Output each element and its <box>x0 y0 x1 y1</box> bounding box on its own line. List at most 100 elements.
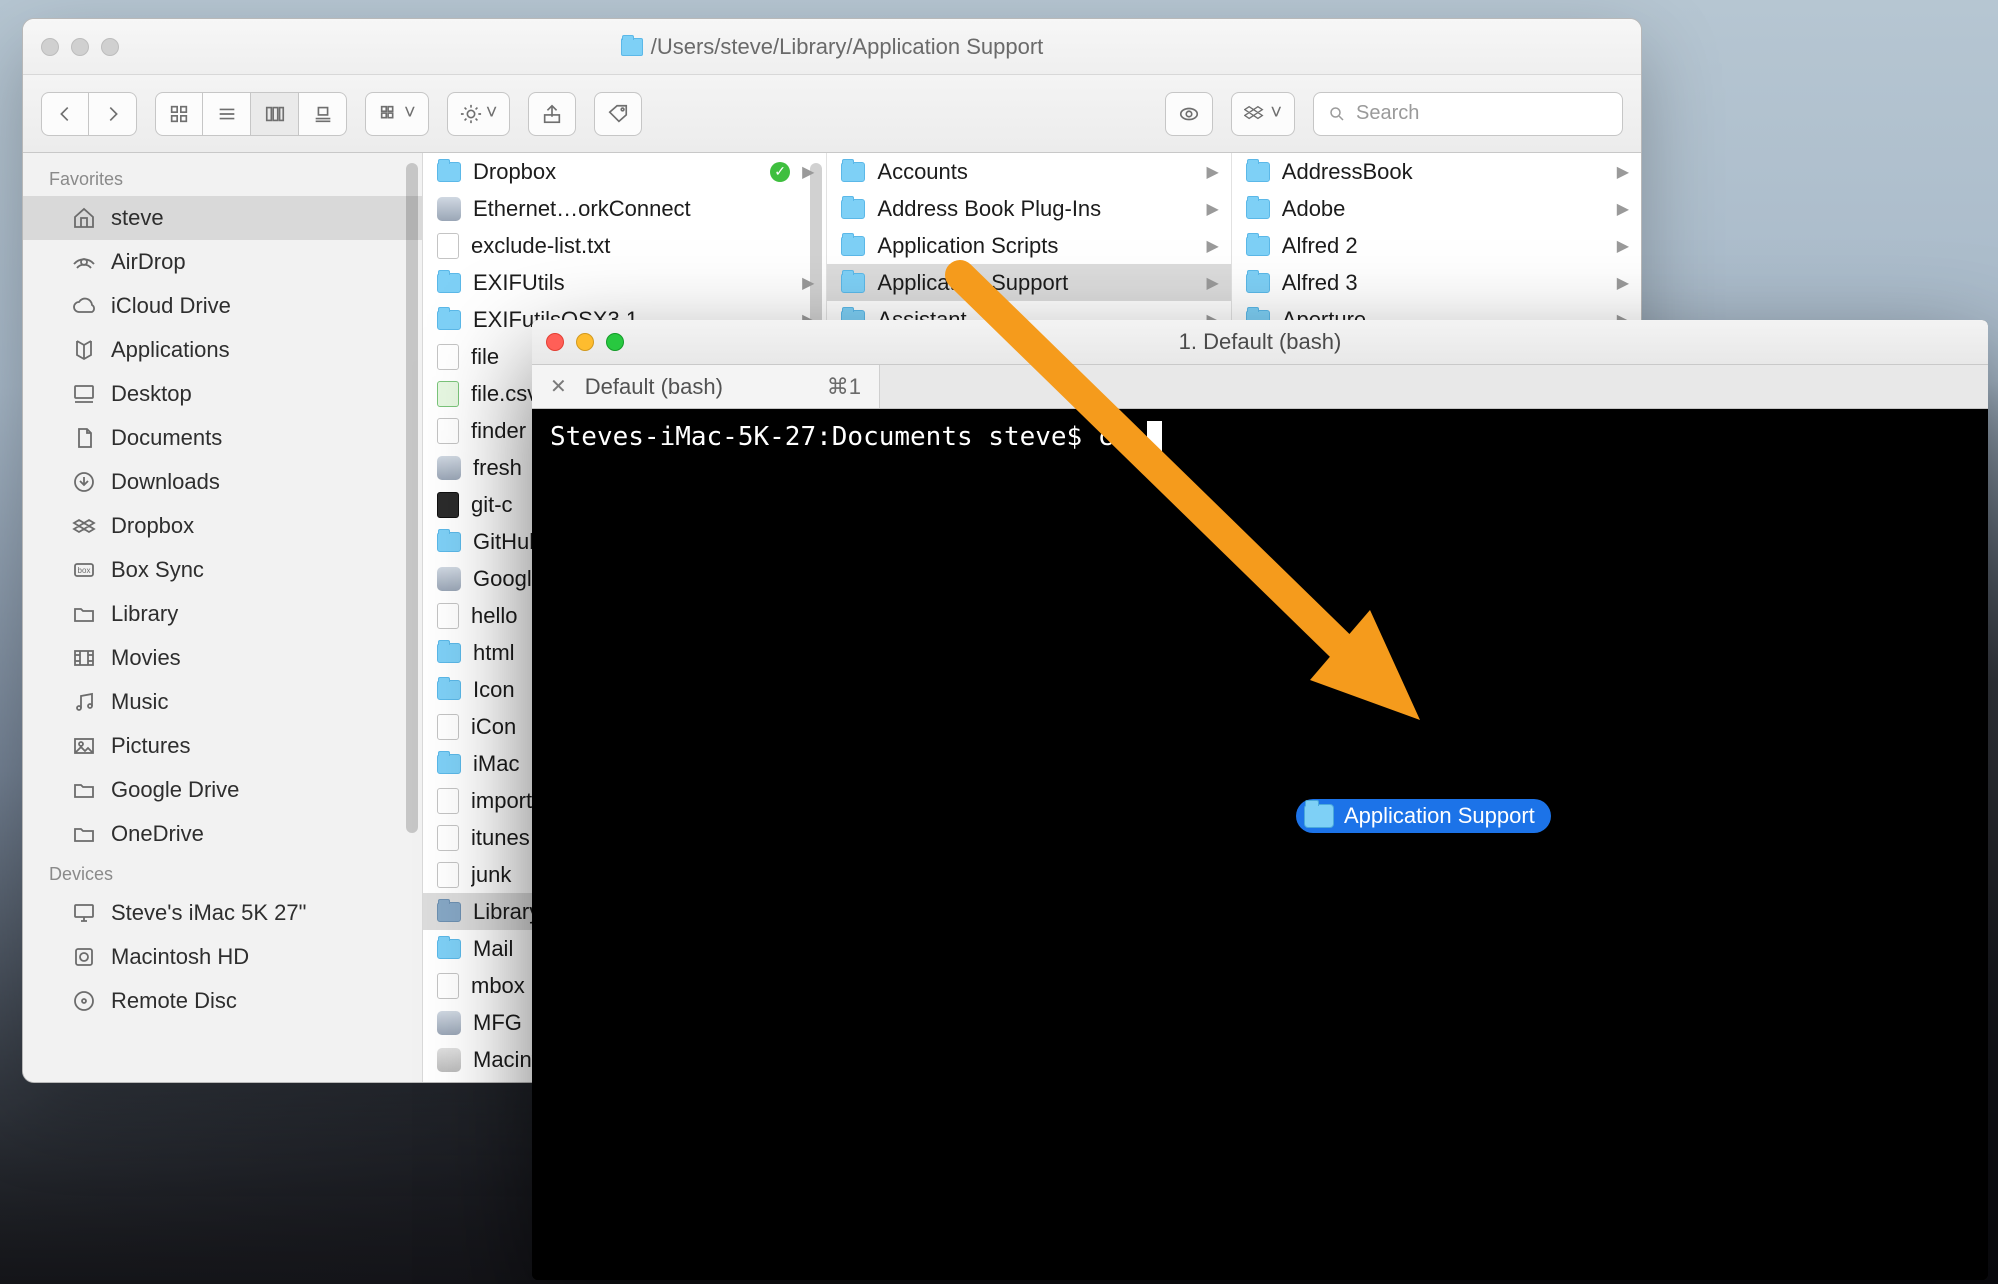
folder-icon <box>437 680 461 700</box>
arrange-button[interactable]: ˅ <box>365 92 429 136</box>
folder-icon <box>1246 273 1270 293</box>
column-view-button[interactable] <box>251 92 299 136</box>
list-item[interactable]: Address Book Plug-Ins▶ <box>827 190 1230 227</box>
movie-icon <box>71 645 97 671</box>
file-icon <box>437 381 459 407</box>
list-item[interactable]: Ethernet…orkConnect <box>423 190 826 227</box>
chevron-right-icon: ▶ <box>1617 162 1629 182</box>
list-item[interactable]: EXIFUtils▶ <box>423 264 826 301</box>
terminal-tab[interactable]: ✕ Default (bash) ⌘1 <box>532 365 880 408</box>
action-button[interactable]: ˅ <box>447 92 511 136</box>
action-group: ˅ <box>447 92 511 136</box>
folder-icon <box>437 310 461 330</box>
app-icon <box>437 567 461 591</box>
search-field[interactable]: Search <box>1313 92 1623 136</box>
share-button[interactable] <box>528 92 576 136</box>
list-item[interactable]: Alfred 2▶ <box>1232 227 1641 264</box>
sidebar-item-documents[interactable]: Documents <box>23 416 422 460</box>
sidebar-item-label: Remote Disc <box>111 988 237 1014</box>
sidebar-item-remote-disc[interactable]: Remote Disc <box>23 979 422 1023</box>
folder-icon <box>437 162 461 182</box>
sidebar-item-macintosh-hd[interactable]: Macintosh HD <box>23 935 422 979</box>
item-label: Alfred 3 <box>1282 270 1605 296</box>
tags-button[interactable] <box>594 92 642 136</box>
folder-icon <box>841 162 865 182</box>
finder-path-title: /Users/steve/Library/Application Support <box>23 34 1641 60</box>
sidebar-item-onedrive[interactable]: OneDrive <box>23 812 422 856</box>
chevron-right-icon: ▶ <box>1206 199 1218 219</box>
terminal-titlebar[interactable]: 1. Default (bash) <box>532 320 1988 365</box>
sidebar-item-icloud-drive[interactable]: iCloud Drive <box>23 284 422 328</box>
list-item[interactable]: Dropbox✓▶ <box>423 153 826 190</box>
icon-view-button[interactable] <box>155 92 203 136</box>
list-item[interactable]: AddressBook ▶ <box>1232 153 1641 190</box>
item-label: Alfred 2 <box>1282 233 1605 259</box>
cloud-icon <box>71 293 97 319</box>
sidebar-item-label: Downloads <box>111 469 220 495</box>
sidebar-item-box-sync[interactable]: boxBox Sync <box>23 548 422 592</box>
sidebar-scrollbar[interactable] <box>406 163 418 833</box>
minimize-button[interactable] <box>576 333 594 351</box>
back-button[interactable] <box>41 92 89 136</box>
close-button[interactable] <box>41 38 59 56</box>
forward-button[interactable] <box>89 92 137 136</box>
quicklook-button[interactable] <box>1165 92 1213 136</box>
sidebar-item-dropbox[interactable]: Dropbox <box>23 504 422 548</box>
hdd-icon <box>71 944 97 970</box>
hdd-icon <box>437 1048 461 1072</box>
coverflow-view-button[interactable] <box>299 92 347 136</box>
folder-icon <box>1246 236 1270 256</box>
nav-buttons <box>41 92 137 136</box>
file-icon <box>437 418 459 444</box>
sidebar-item-steve[interactable]: steve <box>23 196 422 240</box>
list-view-button[interactable] <box>203 92 251 136</box>
folder-icon <box>841 236 865 256</box>
sidebar-item-library[interactable]: Library <box>23 592 422 636</box>
folder-icon <box>437 754 461 774</box>
sidebar-item-google-drive[interactable]: Google Drive <box>23 768 422 812</box>
sidebar-item-label: Documents <box>111 425 222 451</box>
file-icon <box>437 825 459 851</box>
sidebar-item-airdrop[interactable]: AirDrop <box>23 240 422 284</box>
zoom-button[interactable] <box>101 38 119 56</box>
folder-icon <box>621 38 643 56</box>
list-item[interactable]: Application Scripts▶ <box>827 227 1230 264</box>
dragged-folder-chip[interactable]: Application Support <box>1296 799 1551 833</box>
search-placeholder: Search <box>1356 102 1419 125</box>
finder-titlebar[interactable]: /Users/steve/Library/Application Support <box>23 19 1641 75</box>
sidebar-item-desktop[interactable]: Desktop <box>23 372 422 416</box>
sidebar-item-movies[interactable]: Movies <box>23 636 422 680</box>
sidebar-item-downloads[interactable]: Downloads <box>23 460 422 504</box>
sidebar-item-steve-s-imac-5k-27-[interactable]: Steve's iMac 5K 27" <box>23 891 422 935</box>
sidebar-item-label: OneDrive <box>111 821 204 847</box>
list-item[interactable]: Accounts▶ <box>827 153 1230 190</box>
sidebar-item-music[interactable]: Music <box>23 680 422 724</box>
doc-icon <box>71 425 97 451</box>
folder-icon <box>437 939 461 959</box>
chevron-right-icon: ▶ <box>1206 273 1218 293</box>
sidebar-item-label: Desktop <box>111 381 192 407</box>
zoom-button[interactable] <box>606 333 624 351</box>
sidebar-item-label: AirDrop <box>111 249 186 275</box>
list-item[interactable]: Adobe▶ <box>1232 190 1641 227</box>
sidebar-item-pictures[interactable]: Pictures <box>23 724 422 768</box>
sidebar-item-applications[interactable]: Applications <box>23 328 422 372</box>
desktop-icon <box>71 381 97 407</box>
finder-sidebar[interactable]: Favorites steveAirDropiCloud DriveApplic… <box>23 153 423 1082</box>
dropbox-button[interactable]: ˅ <box>1231 92 1295 136</box>
terminal-title: 1. Default (bash) <box>532 329 1988 355</box>
file-icon <box>437 788 459 814</box>
item-label: AddressBook <box>1282 159 1605 185</box>
close-button[interactable] <box>546 333 564 351</box>
item-label: exclude-list.txt <box>471 233 814 259</box>
chevron-right-icon: ▶ <box>1617 273 1629 293</box>
file-icon <box>437 233 459 259</box>
minimize-button[interactable] <box>71 38 89 56</box>
picture-icon <box>71 733 97 759</box>
list-item[interactable]: exclude-list.txt <box>423 227 826 264</box>
terminal-body[interactable]: Steves-iMac-5K-27:Documents steve$ cd Ap… <box>532 409 1988 1280</box>
sidebar-item-label: Steve's iMac 5K 27" <box>111 900 306 926</box>
tab-close-icon[interactable]: ✕ <box>550 374 567 399</box>
list-item[interactable]: Application Support▶ <box>827 264 1230 301</box>
list-item[interactable]: Alfred 3 ▶ <box>1232 264 1641 301</box>
